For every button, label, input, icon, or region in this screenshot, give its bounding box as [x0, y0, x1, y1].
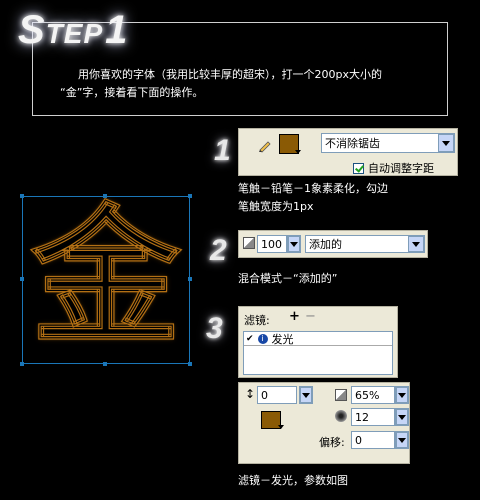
step3-caption: 滤镜－发光，参数如图: [238, 474, 348, 487]
chevron-down-icon[interactable]: [408, 236, 424, 252]
step-number-1: 1: [214, 134, 231, 167]
pencil-icon[interactable]: [257, 137, 273, 153]
add-filter-icon[interactable]: +: [289, 309, 300, 324]
swatch-arrow-icon: [278, 425, 284, 429]
softness-icon: [335, 410, 347, 422]
antialias-dropdown[interactable]: 不消除锯齿: [321, 133, 455, 153]
spread-value: 0: [261, 388, 268, 402]
softness-input[interactable]: 12: [351, 408, 395, 426]
spread-input[interactable]: 0: [257, 386, 297, 404]
glow-opacity-value: 65%: [355, 388, 380, 402]
step-number-3: 3: [206, 312, 223, 345]
step2-caption: 混合模式－“添加的”: [238, 272, 338, 285]
check-icon[interactable]: ✔: [246, 334, 254, 344]
step1-caption-line-1: 笔触－铅笔－1象素柔化，勾边: [238, 182, 388, 195]
stroke-panel: 不消除锯齿 自动调整字距: [238, 128, 458, 176]
blend-mode-dropdown[interactable]: 添加的: [305, 235, 425, 253]
opacity-icon: [243, 237, 255, 249]
opacity-icon: [335, 389, 347, 401]
opacity-input[interactable]: 100: [257, 235, 287, 253]
blend-panel: 100 添加的: [238, 230, 428, 258]
opacity-dropdown[interactable]: [287, 235, 301, 253]
offset-value: 0: [355, 433, 362, 447]
chevron-down-icon[interactable]: [396, 387, 408, 403]
glow-opacity-input[interactable]: 65%: [351, 386, 395, 404]
gold-character: 金: [30, 188, 181, 365]
chevron-down-icon[interactable]: [396, 409, 408, 425]
offset-input[interactable]: 0: [351, 431, 395, 449]
softness-dropdown[interactable]: [395, 408, 409, 426]
remove-filter-icon[interactable]: −: [305, 309, 316, 324]
chevron-down-icon[interactable]: [300, 387, 312, 403]
chevron-down-icon[interactable]: [288, 236, 300, 252]
intro-line-2: “金”字，接着看下面的操作。: [60, 86, 204, 99]
filter-list-item[interactable]: ✔ i 发光: [244, 332, 392, 346]
spread-icon: ↕: [245, 387, 256, 401]
step1-caption-line-2: 笔触宽度为1px: [238, 200, 314, 213]
filter-item-label: 发光: [271, 332, 294, 346]
blend-mode-value: 添加的: [309, 238, 342, 251]
antialias-value: 不消除锯齿: [325, 137, 380, 150]
filters-label: 滤镜:: [244, 314, 270, 327]
softness-value: 12: [355, 410, 369, 424]
offset-label: 偏移:: [319, 436, 345, 449]
glow-settings-panel: ↕ 0 65% 12 偏移: 0: [238, 382, 410, 464]
intro-text: 用你喜欢的字体（我用比较丰厚的超宋），打一个200px大小的 “金”字，接着看下…: [60, 66, 440, 102]
swatch-arrow-icon: [295, 150, 301, 154]
filter-list: ✔ i 发光: [243, 331, 393, 375]
step-title: STEP1: [18, 8, 128, 53]
chevron-down-icon[interactable]: [396, 432, 408, 448]
info-icon[interactable]: i: [257, 333, 268, 344]
auto-kern-label: 自动调整字距: [368, 162, 434, 175]
title-letters-tep: TEP: [45, 18, 104, 49]
step1-caption: 笔触－铅笔－1象素柔化，勾边 笔触宽度为1px: [238, 180, 388, 216]
offset-dropdown[interactable]: [395, 431, 409, 449]
intro-line-1: 用你喜欢的字体（我用比较丰厚的超宋），打一个200px大小的: [78, 68, 382, 81]
chevron-down-icon[interactable]: [438, 134, 454, 152]
auto-kern-option[interactable]: 自动调整字距: [353, 160, 434, 176]
opacity-value: 100: [261, 237, 282, 251]
title-letter-s: S: [18, 8, 46, 52]
auto-kern-checkbox[interactable]: [353, 162, 364, 174]
glow-opacity-dropdown[interactable]: [395, 386, 409, 404]
spread-dropdown[interactable]: [299, 386, 313, 404]
step-number-2: 2: [210, 234, 227, 267]
title-number: 1: [105, 8, 129, 52]
filters-panel: 滤镜: + − ✔ i 发光: [238, 306, 398, 378]
